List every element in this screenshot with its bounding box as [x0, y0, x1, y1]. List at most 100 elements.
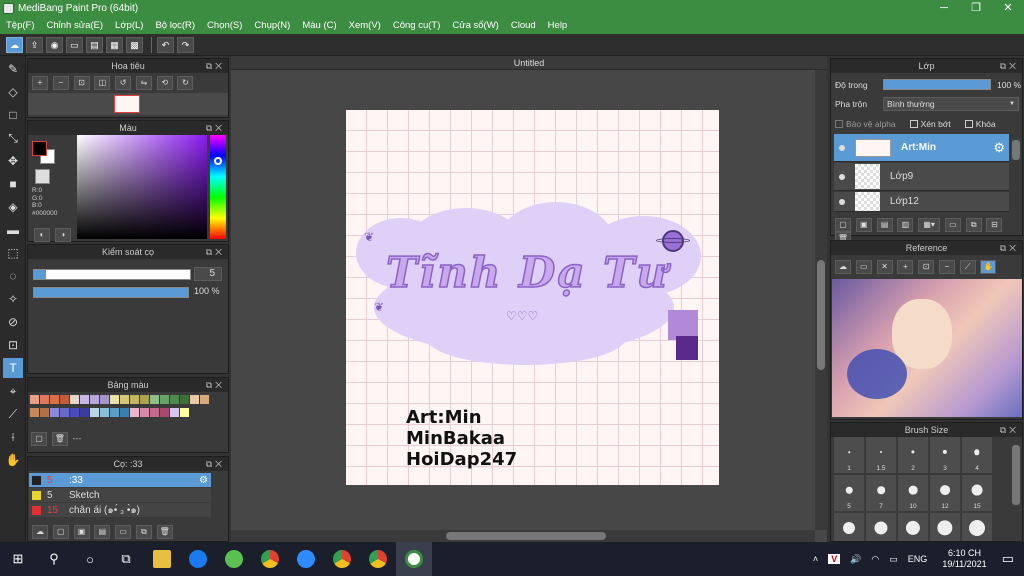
brush-size-cell[interactable]: 1	[834, 437, 864, 473]
gear-icon[interactable]: ⚙	[199, 475, 208, 486]
eyedropper-icon[interactable]: ⟋	[959, 260, 976, 274]
panel-options-icon[interactable]: ⧉✕	[206, 378, 225, 392]
palette-swatch[interactable]	[180, 408, 189, 417]
color-saturation-field[interactable]	[77, 135, 207, 239]
windows-start-icon[interactable]: ⊞	[0, 542, 36, 576]
folder-icon[interactable]: ▭	[115, 525, 132, 539]
close-icon[interactable]: ✕	[876, 260, 893, 274]
canvas-document[interactable]: ❦ ❦ Tĩnh Dạ Tư ♡♡♡ Art:Min MinBakaa HoiD…	[346, 110, 719, 485]
brush-size-scrollbar[interactable]	[1010, 437, 1022, 541]
fill-rect-tool-icon[interactable]: ■	[3, 174, 23, 194]
brush-size-cell[interactable]: 50	[962, 513, 992, 541]
delete-palette-color-icon[interactable]: 🗑	[51, 432, 68, 446]
palette-swatch[interactable]	[40, 395, 49, 404]
tiles-icon[interactable]: ▩	[126, 36, 143, 53]
monitor-icon[interactable]: ▭	[66, 36, 83, 53]
brush-size-cell[interactable]: 15	[962, 475, 992, 511]
brush-item[interactable]: 15 chân ái (๑•́ ₃ •̀๑)	[29, 503, 211, 517]
chrome-icon[interactable]	[252, 542, 288, 576]
palette-swatch[interactable]	[90, 395, 99, 404]
zoom-icon[interactable]	[288, 542, 324, 576]
hue-handle[interactable]	[214, 157, 222, 165]
hand-icon[interactable]: ✋	[980, 260, 997, 274]
lock-checkbox[interactable]	[964, 120, 973, 128]
primary-color-swatch[interactable]	[32, 141, 47, 156]
eye-icon[interactable]	[839, 198, 845, 205]
bucket-tool-icon[interactable]: ◈	[3, 197, 23, 217]
new-8bit-layer-icon[interactable]: ▤	[876, 218, 893, 232]
palette-swatch[interactable]	[200, 395, 209, 404]
brush-size-cell[interactable]: 3	[930, 437, 960, 473]
new-layer-icon[interactable]: ▢	[835, 218, 851, 232]
dot-tool-icon[interactable]: ⤡	[3, 128, 23, 148]
palette-swatch[interactable]	[110, 408, 119, 417]
gradient-tool-icon[interactable]: ▬	[3, 220, 23, 240]
cortana-icon[interactable]: ○	[72, 542, 108, 576]
palette-swatch[interactable]	[80, 408, 89, 417]
eyedropper-tool-icon[interactable]: ⟊	[3, 427, 23, 447]
color-history-icon[interactable]: ◑	[54, 228, 71, 242]
hand-tool-icon[interactable]: ✋	[3, 450, 23, 470]
palette-swatch[interactable]	[120, 408, 129, 417]
horizontal-scrollbar[interactable]	[231, 530, 815, 542]
cloud-icon[interactable]: ☁	[835, 260, 851, 274]
search-icon[interactable]: ⚲	[36, 542, 72, 576]
select-eraser-icon[interactable]: ⊡	[3, 335, 23, 355]
brush-size-cell[interactable]: 1.5	[866, 437, 896, 473]
panel-options-icon[interactable]: ⧉✕	[206, 457, 225, 471]
menu-filter[interactable]: Bộ lọc(R)	[149, 20, 201, 31]
brush-size-cell[interactable]: 30	[898, 513, 928, 541]
antivirus-icon[interactable]: V	[828, 554, 841, 564]
flip-icon[interactable]: ⇋	[135, 76, 152, 90]
palette-swatch[interactable]	[60, 408, 69, 417]
brush-size-cell[interactable]: 5	[834, 475, 864, 511]
color-mode-icon[interactable]: ◐	[34, 228, 50, 242]
document-tab[interactable]: Untitled	[231, 56, 827, 70]
grid-view-icon[interactable]: ▦	[106, 36, 123, 53]
move-tool-icon[interactable]: ✥	[3, 151, 23, 171]
document-icon[interactable]: ▤	[86, 36, 103, 53]
brush-tool-icon[interactable]: ✎	[3, 59, 23, 79]
duplicate-icon[interactable]: ⧉	[135, 525, 152, 539]
protect-alpha-checkbox[interactable]	[835, 120, 843, 128]
panel-options-icon[interactable]: ⧉✕	[1000, 59, 1019, 73]
fit-icon[interactable]: ⊡	[73, 76, 90, 90]
trash-icon[interactable]: 🗑	[156, 525, 173, 539]
gear-icon[interactable]: ⚙	[993, 140, 1005, 156]
palette-swatch[interactable]	[110, 395, 119, 404]
palette-swatch[interactable]	[70, 395, 79, 404]
brush-size-cell[interactable]: 20	[834, 513, 864, 541]
open-folder-icon[interactable]: ▭	[855, 260, 872, 274]
undo-icon[interactable]: ↶	[157, 36, 174, 53]
operation-tool-icon[interactable]: ⌖	[3, 381, 23, 401]
medibang-icon[interactable]	[396, 542, 432, 576]
language-indicator[interactable]: ENG	[908, 554, 928, 564]
palette-swatch[interactable]	[140, 395, 149, 404]
actual-size-icon[interactable]: ◫	[94, 76, 111, 90]
palette-swatch[interactable]	[80, 395, 89, 404]
chrome-icon[interactable]	[324, 542, 360, 576]
new-brush-icon[interactable]: ▢	[52, 525, 69, 539]
blend-mode-select[interactable]: Bình thường ▼	[883, 97, 1019, 111]
fit-icon[interactable]: ⊡	[918, 260, 935, 274]
palette-swatch[interactable]	[170, 408, 179, 417]
brush-size-slider[interactable]	[33, 269, 191, 280]
battery-icon[interactable]: ▭	[889, 554, 898, 565]
palette-swatch[interactable]	[160, 408, 169, 417]
lasso-tool-icon[interactable]: ◌	[3, 266, 23, 286]
zoom-in-icon[interactable]: +	[32, 76, 48, 90]
rectangle-tool-icon[interactable]: □	[3, 105, 23, 125]
palette-swatch[interactable]	[30, 395, 39, 404]
menu-color[interactable]: Màu (C)	[296, 20, 342, 31]
eye-icon[interactable]	[839, 144, 845, 151]
palette-swatch[interactable]	[180, 395, 189, 404]
palette-swatch[interactable]	[130, 408, 139, 417]
duplicate-layer-icon[interactable]: ⧉	[965, 218, 982, 232]
zoom-out-icon[interactable]: −	[938, 260, 955, 274]
menu-window[interactable]: Cửa sổ(W)	[446, 20, 504, 31]
palette-swatch[interactable]	[160, 395, 169, 404]
network-icon[interactable]: ◠	[871, 554, 879, 565]
menu-edit[interactable]: Chỉnh sửa(E)	[41, 20, 110, 31]
panel-options-icon[interactable]: ⧉✕	[206, 245, 225, 259]
brush-size-scroll-thumb[interactable]	[1012, 445, 1020, 505]
